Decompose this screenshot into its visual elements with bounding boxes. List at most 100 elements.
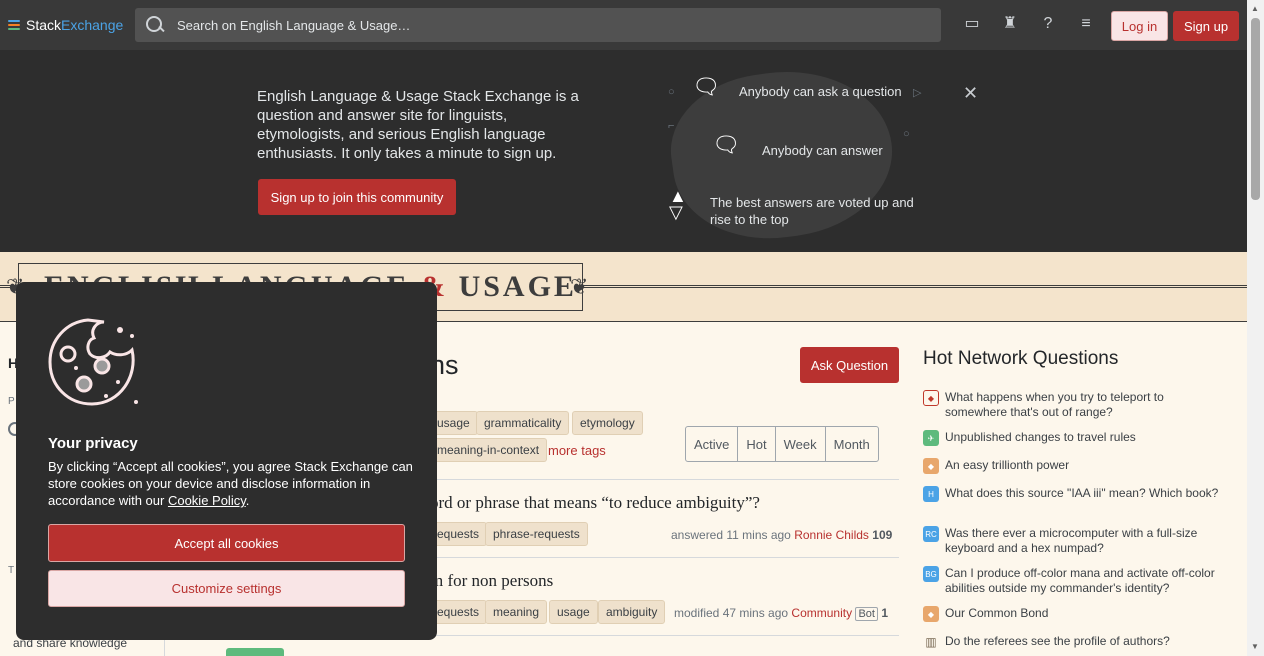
logo-word-right: USAGE — [458, 270, 577, 303]
user-link[interactable]: Ronnie Childs — [794, 528, 869, 542]
stackexchange-icon — [8, 20, 20, 30]
cookie-icon — [48, 318, 138, 406]
hnq-item-text[interactable]: Our Common Bond — [945, 606, 1048, 622]
question-tag[interactable]: phrase-requests — [485, 522, 588, 546]
question-meta: answered 11 mins ago Ronnie Childs 109 — [671, 528, 892, 542]
search-icon — [145, 15, 165, 35]
hnq-item-text[interactable]: Do the referees see the profile of autho… — [945, 634, 1170, 650]
hnq-item[interactable]: ▥ Do the referees see the profile of aut… — [923, 634, 1223, 650]
hnq-item-text[interactable]: Can I produce off-color mana and activat… — [945, 566, 1223, 596]
help-icon[interactable]: ? — [1038, 14, 1058, 34]
scrollbar-thumb[interactable] — [1251, 18, 1260, 200]
hnq-item-text[interactable]: What happens when you try to teleport to… — [945, 390, 1223, 420]
hnq-item-text[interactable]: Was there ever a microcomputer with a fu… — [945, 526, 1223, 556]
user-link[interactable]: Community — [791, 606, 852, 620]
login-button[interactable]: Log in — [1111, 11, 1168, 41]
question-action: answered 11 mins ago — [671, 528, 791, 542]
scroll-up-icon[interactable]: ▲ — [1251, 4, 1259, 13]
signup-button[interactable]: Sign up — [1173, 11, 1239, 41]
answer-speech-icon: 🗨 — [712, 132, 740, 157]
question-action: modified 47 mins ago — [674, 606, 789, 620]
user-reputation: 109 — [872, 528, 893, 542]
join-community-button[interactable]: Sign up to join this community — [258, 179, 456, 215]
question-tag[interactable]: ambiguity — [598, 600, 666, 624]
cookie-policy-link[interactable]: Cookie Policy — [168, 493, 246, 508]
accept-all-cookies-button[interactable]: Accept all cookies — [48, 524, 405, 562]
bot-badge: Bot — [855, 607, 878, 621]
top-icons: ▭ ♜ ? ≡ — [962, 14, 1096, 34]
nav-public-label: P — [8, 396, 15, 407]
codegolf-icon: ◆ — [923, 458, 939, 474]
question-tag[interactable]: meaning — [485, 600, 548, 624]
academia-icon: ▥ — [925, 634, 937, 649]
ask-speech-icon: 🗨 — [692, 74, 720, 99]
deco-triangle-icon: ▷ — [913, 87, 922, 99]
page-scrollbar[interactable]: ▲ ▼ — [1247, 0, 1264, 656]
feature-vote: The best answers are voted up and rise t… — [710, 195, 914, 227]
vote-arrows-icon: ▲ ▽ — [669, 186, 687, 222]
tag-meaning-in-context[interactable]: meaning-in-context — [430, 438, 548, 462]
hero-panel: English Language & Usage Stack Exchange … — [0, 50, 1247, 252]
hermeneutics-icon: H — [923, 486, 939, 502]
boardgames-icon: BG — [923, 566, 939, 582]
question-meta: modified 47 mins ago Community Bot 1 — [674, 606, 888, 621]
cookie-body-suffix: . — [245, 493, 250, 508]
achievements-icon[interactable]: ♜ — [1000, 14, 1020, 34]
cookie-consent-dialog: Your privacy By clicking “Accept all coo… — [16, 282, 437, 640]
filter-week[interactable]: Week — [776, 427, 826, 461]
more-tags-link[interactable]: more tags — [548, 443, 606, 458]
hero-description: English Language & Usage Stack Exchange … — [257, 88, 579, 162]
hnq-item-text[interactable]: What does this source "IAA iii" mean? Wh… — [945, 486, 1218, 502]
brand-stack: Stack — [26, 17, 62, 33]
user-reputation: 1 — [881, 606, 888, 620]
deco-circle-icon: ○ — [903, 128, 910, 140]
rpg-icon: ◆ — [923, 390, 939, 406]
divider — [410, 479, 899, 480]
tag-usage[interactable]: usage — [430, 411, 478, 435]
travel-icon: ✈ — [923, 430, 939, 446]
nav-teams-label: T — [8, 565, 15, 576]
search-input[interactable]: Search on English Language & Usage… — [135, 8, 941, 42]
brand-exchange: Exchange — [61, 17, 124, 33]
question-title[interactable]: m for non persons — [430, 571, 553, 591]
hnq-item-text[interactable]: An easy trillionth power — [945, 458, 1069, 474]
hnq-item[interactable]: BG Can I produce off-color mana and acti… — [923, 566, 1223, 596]
filter-active[interactable]: Active — [686, 427, 739, 461]
hnq-title: Hot Network Questions — [923, 348, 1119, 369]
question-title[interactable]: ord or phrase that means “to reduce ambi… — [430, 493, 760, 513]
scroll-down-icon[interactable]: ▼ — [1251, 642, 1259, 651]
retrocomputing-icon: RC — [923, 526, 939, 542]
site-switcher-icon[interactable]: ≡ — [1076, 14, 1096, 34]
stackexchange-logo[interactable]: Stack Exchange — [8, 17, 123, 33]
close-icon[interactable]: ✕ — [963, 83, 978, 104]
divider — [410, 557, 899, 558]
ask-question-button[interactable]: Ask Question — [800, 347, 899, 383]
filter-month[interactable]: Month — [826, 427, 878, 461]
hnq-item[interactable]: H What does this source "IAA iii" mean? … — [923, 486, 1223, 502]
question-tag[interactable]: equests — [430, 522, 488, 546]
answer-count-badge — [226, 648, 284, 656]
question-tag[interactable]: equests — [430, 600, 488, 624]
feature-ask: Anybody can ask a question — [739, 84, 902, 99]
hnq-item[interactable]: ◆ An easy trillionth power — [923, 458, 1223, 474]
deco-corner-icon: ⌐ — [668, 120, 675, 132]
divider — [410, 635, 899, 636]
filter-hot[interactable]: Hot — [738, 427, 776, 461]
question-tag[interactable]: usage — [549, 600, 598, 624]
inbox-icon[interactable]: ▭ — [962, 14, 982, 34]
search-placeholder: Search on English Language & Usage… — [177, 17, 411, 33]
customize-settings-button[interactable]: Customize settings — [48, 570, 405, 607]
cookie-title: Your privacy — [48, 435, 138, 452]
hnq-item[interactable]: ◆ What happens when you try to teleport … — [923, 390, 1223, 420]
top-bar: Stack Exchange Search on English Language… — [0, 0, 1247, 50]
question-filters: Active Hot Week Month — [685, 426, 879, 462]
feature-answer: Anybody can answer — [762, 143, 883, 158]
tag-grammaticality[interactable]: grammaticality — [476, 411, 570, 435]
tag-etymology[interactable]: etymology — [572, 411, 643, 435]
puzzling-icon: ◆ — [923, 606, 939, 622]
cookie-body: By clicking “Accept all cookies”, you ag… — [48, 458, 413, 509]
hnq-item[interactable]: ✈ Unpublished changes to travel rules — [923, 430, 1223, 446]
hnq-item[interactable]: RC Was there ever a microcomputer with a… — [923, 526, 1223, 556]
hnq-item[interactable]: ◆ Our Common Bond — [923, 606, 1223, 622]
hnq-item-text[interactable]: Unpublished changes to travel rules — [945, 430, 1136, 446]
